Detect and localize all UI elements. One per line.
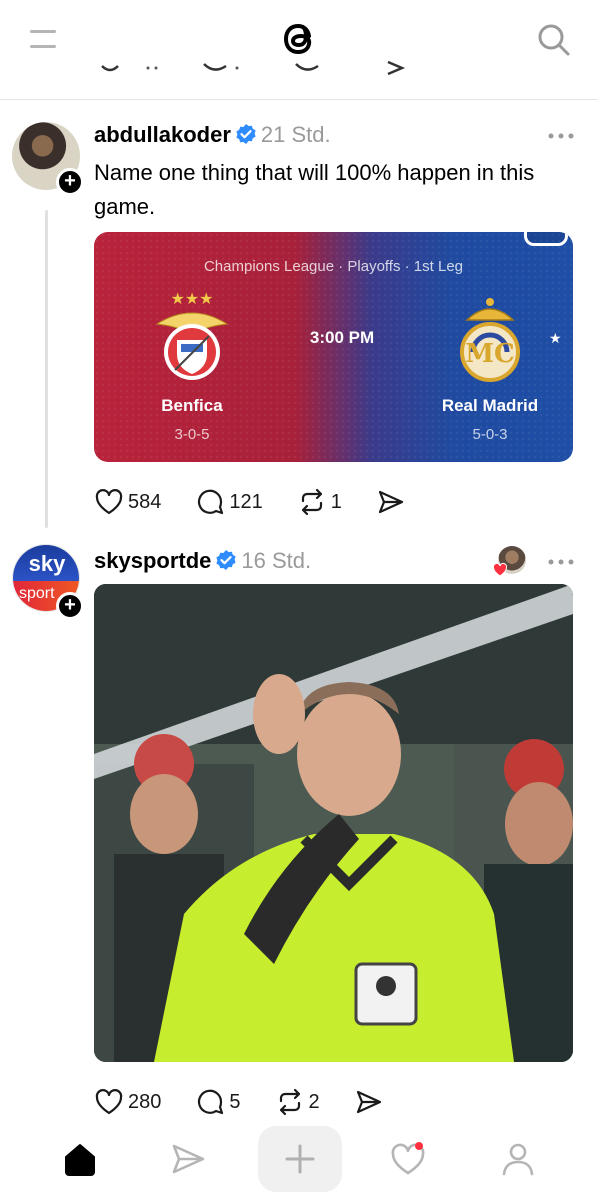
away-team-name: Real Madrid [441, 396, 539, 415]
comment-icon [198, 1089, 224, 1115]
reply-button[interactable]: 121 [195, 487, 263, 517]
post-skysportde[interactable]: sky sport + skysportde 16 Std. 280 5 2 [0, 540, 598, 1120]
avatar-text-top: sky [13, 545, 79, 581]
like-button[interactable]: 584 [94, 487, 161, 517]
referee-video-frame [94, 584, 573, 1062]
more-dots-icon[interactable] [548, 558, 574, 566]
nav-send[interactable] [146, 1126, 230, 1192]
post-text: Name one thing that will 100% happen in … [94, 160, 535, 219]
like-count: 584 [128, 491, 162, 513]
send-icon [378, 490, 403, 514]
nav-new-thread[interactable] [258, 1126, 342, 1192]
plus-icon [285, 1144, 315, 1174]
home-team: ★★★ Benfica 3-0-5 [122, 290, 262, 443]
nav-home[interactable] [38, 1126, 122, 1192]
threads-logo-icon[interactable] [275, 14, 323, 62]
post-time: 16 Std. [241, 548, 312, 573]
post-header: skysportde 16 Std. [94, 548, 311, 574]
menu-icon[interactable] [30, 28, 56, 50]
comment-icon [198, 489, 224, 515]
nav-profile[interactable] [476, 1126, 560, 1192]
bottom-nav [0, 1118, 598, 1200]
post-actions: 584 121 1 [94, 486, 444, 518]
heart-badge-icon [492, 562, 508, 577]
username[interactable]: abdullakoder [94, 122, 231, 147]
repost-count: 1 [330, 491, 342, 513]
favorite-star-icon[interactable]: ★ [549, 330, 562, 347]
card-corner-tab [524, 232, 568, 246]
username[interactable]: skysportde [94, 548, 211, 573]
plus-icon[interactable]: + [56, 168, 84, 196]
repost-icon [301, 488, 322, 516]
svg-text:MC: MC [465, 339, 514, 369]
home-team-name: Benfica [161, 396, 223, 415]
benfica-crest-icon: ★★★ [155, 290, 229, 380]
share-button[interactable] [354, 1087, 388, 1117]
reply-count: 121 [229, 491, 263, 513]
like-count: 280 [128, 1091, 162, 1113]
verified-badge-icon [236, 124, 256, 144]
real-madrid-crest-icon: MC [460, 298, 520, 382]
away-team: MC Real Madrid 5-0-3 [420, 290, 560, 443]
like-button[interactable]: 280 [94, 1087, 161, 1117]
post-abdullakoder[interactable]: + abdullakoder 21 Std. Name one thing tha… [0, 110, 598, 530]
post-video[interactable] [94, 584, 573, 1062]
repost-icon [279, 1088, 300, 1116]
post-time: 21 Std. [260, 122, 331, 147]
home-team-record: 3-0-5 [174, 426, 210, 443]
more-dots-icon[interactable] [548, 132, 574, 140]
heart-icon [95, 489, 123, 515]
send-icon [172, 1144, 205, 1174]
reply-count: 5 [229, 1091, 241, 1113]
nav-activity[interactable] [366, 1126, 450, 1192]
verified-badge-icon [216, 550, 236, 570]
heart-icon [95, 1089, 123, 1115]
home-icon [65, 1144, 95, 1176]
plus-icon[interactable]: + [56, 592, 84, 620]
game-card[interactable]: Champions League · Playoffs · 1st Leg 3:… [94, 232, 573, 462]
repost-button[interactable]: 1 [297, 487, 342, 517]
post-actions: 280 5 2 [94, 1086, 422, 1118]
profile-icon [502, 1143, 534, 1176]
previous-post-actions [101, 60, 406, 76]
repost-button[interactable]: 2 [275, 1087, 320, 1117]
heart-icon [391, 1142, 425, 1175]
svg-text:★★★: ★★★ [170, 290, 213, 308]
league-label: Champions League · Playoffs · 1st Leg [203, 258, 464, 275]
search-icon[interactable] [536, 22, 572, 58]
reply-button[interactable]: 5 [195, 1087, 241, 1117]
thread-line [45, 210, 48, 528]
post-header: abdullakoder 21 Std. [94, 122, 331, 148]
top-bar [0, 0, 598, 100]
away-team-record: 5-0-3 [472, 426, 508, 443]
send-icon [356, 1090, 381, 1114]
repost-count: 2 [308, 1091, 320, 1113]
share-button[interactable] [376, 487, 410, 517]
